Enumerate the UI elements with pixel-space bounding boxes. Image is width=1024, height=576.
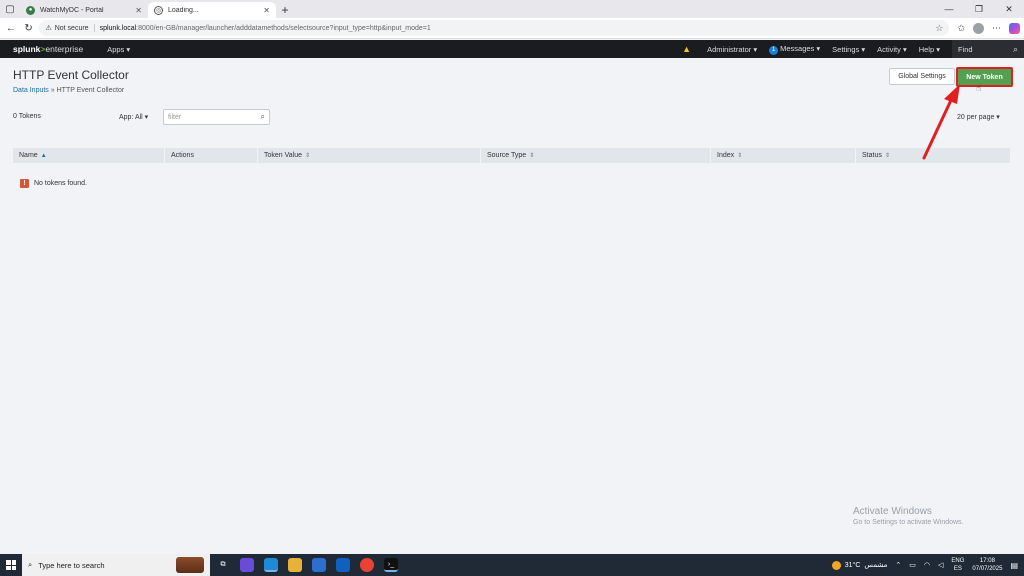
system-tray: 31°C مشمس ⌃ ▭ ◠ ◁ ENG ES 17:08 07/07/2025 …	[831, 557, 1024, 573]
temperature: 31°C	[844, 561, 861, 569]
sun-icon	[831, 560, 841, 570]
search-highlight-image	[176, 557, 204, 573]
watermark-line2: Go to Settings to activate Windows.	[853, 519, 964, 526]
network-icon[interactable]: ▭	[909, 561, 916, 569]
language-indicator[interactable]: ENG ES	[951, 557, 964, 573]
outlook-icon[interactable]	[336, 558, 350, 572]
clock-date: 07/07/2025	[972, 566, 1003, 572]
terminal-icon[interactable]: ›_	[384, 558, 398, 572]
volume-icon[interactable]: ◁	[938, 561, 943, 569]
activate-windows-watermark: Activate Windows Go to Settings to activ…	[853, 506, 964, 526]
windows-logo-icon	[6, 560, 16, 570]
edge-browser-icon[interactable]	[264, 558, 278, 572]
clock[interactable]: 17:08 07/07/2025	[972, 557, 1002, 573]
store-icon[interactable]	[312, 558, 326, 572]
watermark-line1: Activate Windows	[853, 506, 932, 517]
taskbar-search-input[interactable]: ⌕ Type here to search	[22, 554, 210, 576]
windows-taskbar: ⌕ Type here to search ⧉ ›_ 31°C مشمس ⌃ ▭…	[0, 554, 1024, 576]
start-button[interactable]	[0, 554, 22, 576]
wifi-icon[interactable]: ◠	[924, 561, 930, 569]
search-icon: ⌕	[28, 560, 33, 569]
chrome-icon[interactable]	[360, 558, 374, 572]
weather-widget[interactable]: 31°C مشمس	[831, 560, 888, 570]
copilot-taskbar-icon[interactable]	[240, 558, 254, 572]
lang-top: ENG	[951, 558, 965, 564]
lang-bottom: ES	[953, 566, 962, 572]
taskbar-search-placeholder: Type here to search	[38, 560, 105, 570]
chevron-up-icon[interactable]: ⌃	[895, 561, 901, 569]
file-explorer-icon[interactable]	[288, 558, 302, 572]
task-view-icon[interactable]: ⧉	[216, 558, 230, 572]
notification-icon[interactable]: ▤	[1010, 561, 1018, 570]
red-annotation-arrow	[922, 84, 960, 160]
weather-text: مشمس	[864, 562, 888, 569]
clock-time: 17:08	[979, 558, 995, 564]
